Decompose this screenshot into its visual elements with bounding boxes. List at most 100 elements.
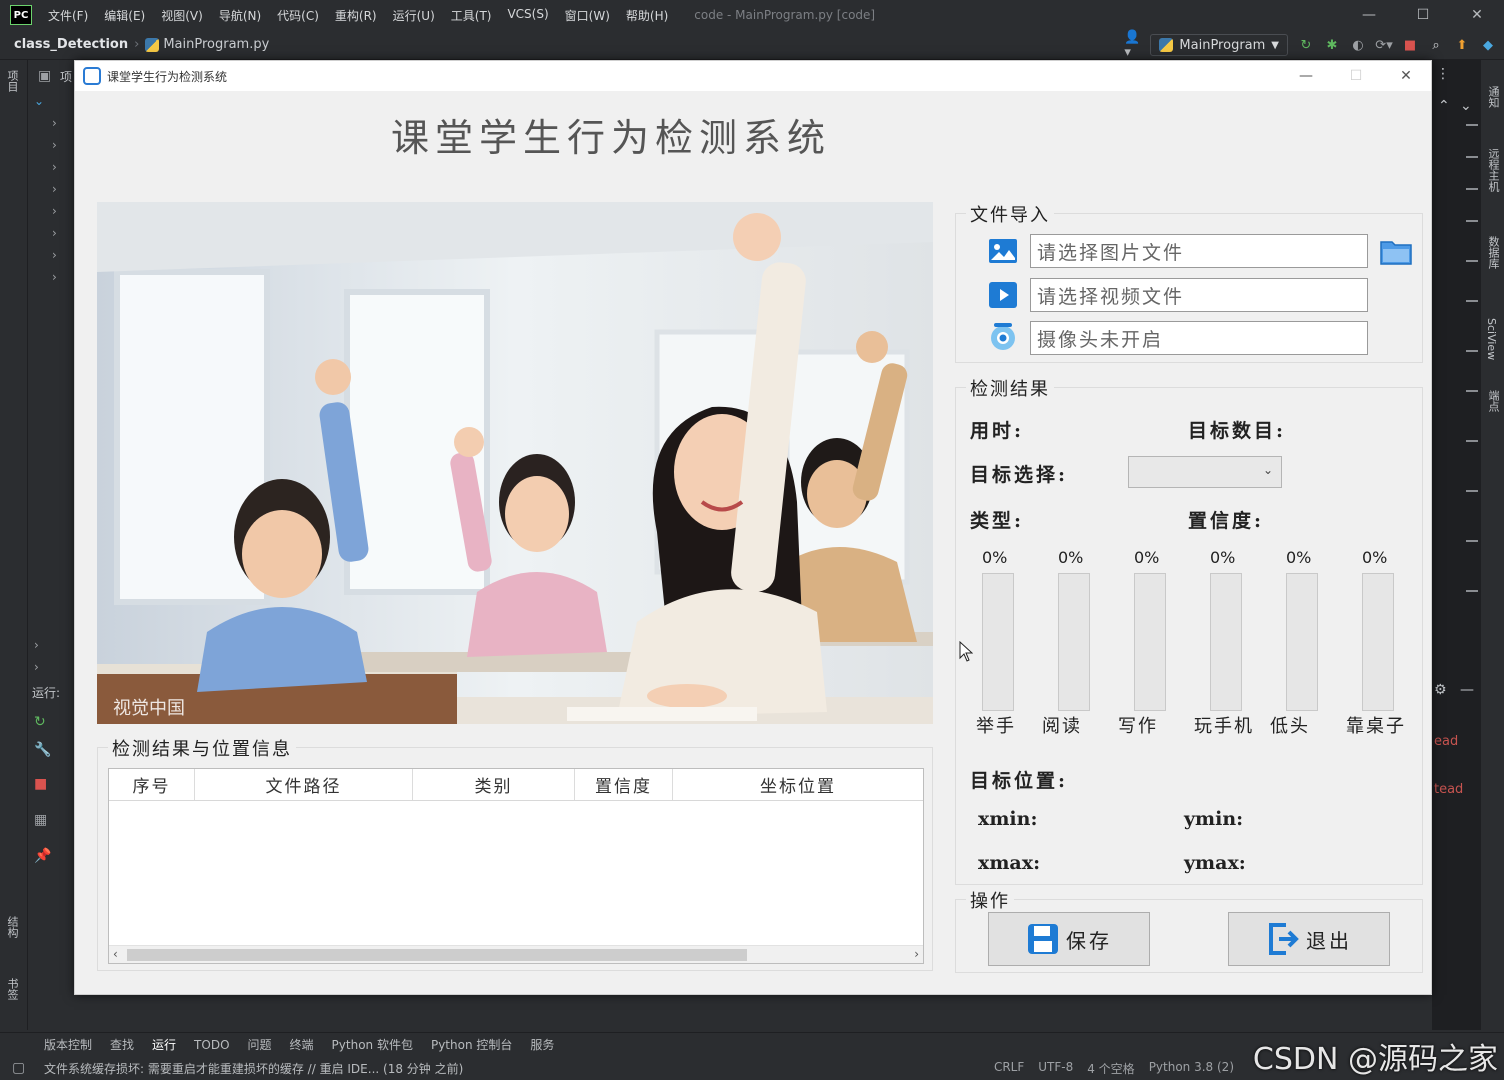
status-item[interactable]: UTF-8	[1038, 1060, 1073, 1077]
scrollbar-thumb[interactable]	[127, 949, 747, 961]
run-config-select[interactable]: MainProgram ▼	[1150, 34, 1288, 56]
scroll-right-icon[interactable]: ›	[914, 947, 919, 961]
tool-tab[interactable]: 版本控制	[36, 1036, 100, 1053]
layout-icon[interactable]: ▦	[34, 812, 47, 828]
menu-item[interactable]: 重构(R)	[327, 7, 385, 24]
image-path-input[interactable]: 请选择图片文件	[1030, 234, 1368, 268]
right-tool-strip: 通知 远程主机 数据库 SciView 端点	[1480, 60, 1504, 1030]
status-message[interactable]: 文件系统缓存损坏: 需要重启才能重建损坏的缓存 // 重启 IDE... (18…	[44, 1060, 463, 1077]
csdn-watermark: CSDN @源码之家	[1252, 1042, 1498, 1077]
menu-item[interactable]: 编辑(E)	[96, 7, 153, 24]
target-select[interactable]: ⌄	[1128, 456, 1282, 488]
column-header-index[interactable]: 序号	[109, 769, 195, 800]
tree-expanded-icon[interactable]: ⌄	[34, 94, 44, 108]
tool-tab[interactable]: 终端	[282, 1036, 322, 1053]
status-item[interactable]: Python 3.8 (2)	[1149, 1060, 1234, 1077]
folder-icon[interactable]	[1380, 238, 1412, 266]
run-panel-label: 运行:	[32, 686, 61, 700]
tree-collapsed-icon[interactable]: ›	[52, 248, 57, 262]
status-square-icon[interactable]: ▢	[12, 1060, 25, 1076]
stop-icon[interactable]: ■	[34, 776, 47, 792]
column-header-class[interactable]: 类别	[413, 769, 575, 800]
chevron-down-icon[interactable]: ⌄	[1460, 98, 1472, 114]
tool-tab[interactable]: 查找	[102, 1036, 142, 1053]
nav-toolbar: 👤▾ MainProgram ▼ ↻ ✱ ◐ ⟳▾ ■ ⌕ ⬆ ◆	[1124, 30, 1504, 60]
breadcrumb-file[interactable]: MainProgram.py	[145, 37, 269, 52]
minimize-icon[interactable]: —	[1281, 61, 1331, 91]
plugin-icon[interactable]: ◆	[1480, 37, 1496, 53]
menu-item[interactable]: VCS(S)	[499, 7, 556, 24]
project-tool-label[interactable]: 项目	[4, 70, 20, 92]
more-icon[interactable]: ⋮	[1436, 66, 1450, 82]
profile-icon[interactable]: ⟳▾	[1375, 37, 1392, 53]
gear-icon[interactable]: ⚙	[1434, 682, 1447, 698]
menu-item[interactable]: 导航(N)	[211, 7, 269, 24]
exit-button[interactable]: 退出	[1228, 912, 1390, 966]
menu-item[interactable]: 运行(U)	[385, 7, 443, 24]
tree-collapsed-icon[interactable]: ›	[52, 138, 57, 152]
tool-tab[interactable]: 运行	[144, 1036, 184, 1053]
close-icon[interactable]: ✕	[1450, 0, 1504, 30]
tree-collapsed-icon[interactable]: ›	[52, 204, 57, 218]
minimize-panel-icon[interactable]: —	[1460, 682, 1474, 698]
status-item[interactable]: 4 个空格	[1087, 1060, 1134, 1077]
status-item[interactable]: CRLF	[994, 1060, 1024, 1077]
wrench-icon[interactable]: 🔧	[34, 742, 51, 758]
pin-icon[interactable]: 📌	[34, 848, 51, 864]
tree-collapsed-icon[interactable]: ›	[52, 226, 57, 240]
bookmarks-tool-label[interactable]: 书签	[4, 978, 20, 1000]
coverage-icon[interactable]: ◐	[1350, 37, 1366, 53]
tool-tab[interactable]: Python 软件包	[324, 1036, 421, 1053]
search-icon[interactable]: ⌕	[1428, 37, 1444, 53]
stop-icon[interactable]: ■	[1402, 37, 1418, 53]
close-icon[interactable]: ✕	[1381, 61, 1431, 91]
scroll-left-icon[interactable]: ‹	[113, 947, 118, 961]
results-table[interactable]: 序号 文件路径 类别 置信度 坐标位置 ‹ ›	[108, 768, 924, 964]
tool-tab[interactable]: Python 控制台	[423, 1036, 520, 1053]
tool-tab[interactable]: TODO	[186, 1038, 237, 1052]
tree-collapsed-icon[interactable]: ›	[34, 660, 39, 674]
video-icon[interactable]	[988, 280, 1018, 310]
maximize-icon[interactable]: ☐	[1396, 0, 1450, 30]
save-button[interactable]: 保存	[988, 912, 1150, 966]
debug-icon[interactable]: ✱	[1324, 37, 1340, 53]
notifications-tool-label[interactable]: 通知	[1485, 86, 1501, 108]
column-header-path[interactable]: 文件路径	[195, 769, 413, 800]
column-header-position[interactable]: 坐标位置	[673, 769, 923, 800]
endpoints-tool-label[interactable]: 端点	[1485, 390, 1501, 412]
tool-tab[interactable]: 问题	[240, 1036, 280, 1053]
sciview-tool-label[interactable]: SciView	[1485, 318, 1498, 360]
breadcrumb-project[interactable]: class_Detection	[14, 37, 128, 52]
structure-tool-label[interactable]: 结构	[4, 916, 20, 938]
menu-item[interactable]: 帮助(H)	[618, 7, 676, 24]
tool-tab[interactable]: 服务	[522, 1036, 562, 1053]
tree-collapsed-icon[interactable]: ›	[52, 116, 57, 130]
menu-item[interactable]: 工具(T)	[443, 7, 500, 24]
menu-item[interactable]: 文件(F)	[40, 7, 96, 24]
menu-item[interactable]: 窗口(W)	[557, 7, 618, 24]
database-tool-label[interactable]: 数据库	[1485, 236, 1501, 269]
classroom-photo	[97, 202, 933, 724]
tree-collapsed-icon[interactable]: ›	[34, 638, 39, 652]
rerun-icon[interactable]: ↻	[1298, 37, 1314, 53]
video-path-input[interactable]: 请选择视频文件	[1030, 278, 1368, 312]
update-icon[interactable]: ⬆	[1454, 37, 1470, 53]
column-header-confidence[interactable]: 置信度	[575, 769, 673, 800]
tree-collapsed-icon[interactable]: ›	[52, 160, 57, 174]
rerun-icon[interactable]: ↻	[34, 714, 46, 730]
camera-status-field[interactable]: 摄像头未开启	[1030, 321, 1368, 355]
menu-item[interactable]: 视图(V)	[153, 7, 211, 24]
camera-icon[interactable]	[988, 322, 1018, 352]
remote-host-tool-label[interactable]: 远程主机	[1485, 148, 1501, 192]
tree-collapsed-icon[interactable]: ›	[52, 270, 57, 284]
gutter-mark	[1466, 490, 1478, 492]
tree-collapsed-icon[interactable]: ›	[52, 182, 57, 196]
chevron-up-icon[interactable]: ⌃	[1438, 98, 1450, 114]
horizontal-scrollbar[interactable]: ‹ ›	[109, 945, 923, 963]
behavior-bar-percent: 0%	[1134, 548, 1160, 567]
image-icon[interactable]	[988, 236, 1018, 266]
menu-item[interactable]: 代码(C)	[269, 7, 327, 24]
minimize-icon[interactable]: —	[1342, 0, 1396, 30]
behavior-bar-percent: 0%	[1210, 548, 1236, 567]
user-icon[interactable]: 👤▾	[1124, 30, 1140, 60]
